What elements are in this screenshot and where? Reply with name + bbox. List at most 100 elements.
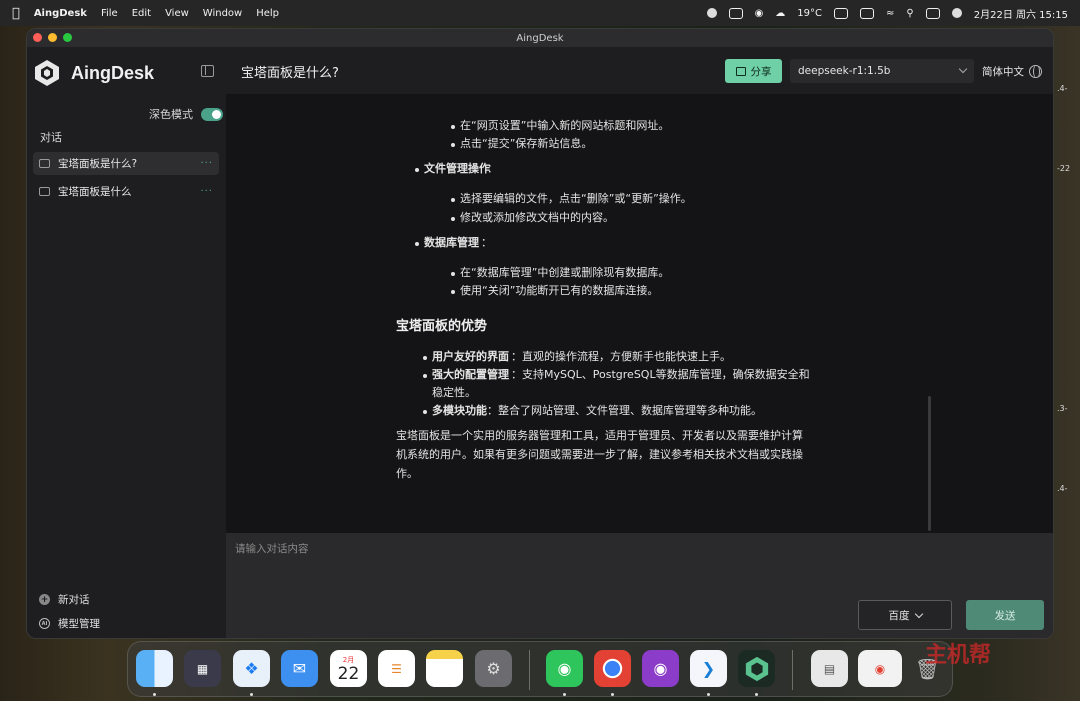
weather-icon[interactable]: ☁: [775, 8, 785, 19]
message-line: 在“数据库管理”中创建或删除现有数据库。: [460, 266, 670, 279]
notes-icon[interactable]: [426, 650, 463, 687]
wechat-icon[interactable]: ◉: [546, 650, 583, 687]
message-line: ：: [487, 162, 498, 175]
menu-window[interactable]: Window: [203, 8, 242, 19]
menu-bar:  AingDesk File Edit View Window Help ◉ …: [0, 0, 1080, 26]
message-input[interactable]: 请输入对话内容: [235, 541, 309, 556]
language-switch[interactable]: 简体中文: [982, 64, 1042, 79]
clipboard-icon[interactable]: [728, 7, 743, 19]
dark-mode-toggle[interactable]: [201, 107, 223, 121]
system-settings-icon[interactable]: ⚙: [475, 650, 512, 687]
conversation-item[interactable]: 宝塔面板是什么? ···: [33, 152, 219, 175]
menu-help[interactable]: Help: [256, 8, 279, 19]
message-line-strong: 文件管理操作: [424, 162, 490, 175]
more-options-icon[interactable]: ···: [200, 158, 213, 169]
new-chat-label: 新对话: [58, 594, 90, 606]
menu-file[interactable]: File: [101, 8, 118, 19]
message-line-strong: 数据库管理: [424, 236, 479, 249]
new-chat-button[interactable]: + 新对话: [39, 592, 90, 607]
running-indicator: [755, 693, 758, 696]
downloads-stack-icon[interactable]: ◉: [858, 650, 902, 687]
brand: AingDesk: [33, 59, 154, 87]
chrome-icon[interactable]: [594, 650, 631, 687]
list-bullet: [451, 290, 455, 294]
search-engine-label: 百度: [888, 609, 910, 622]
message-line: ：支持MySQL、PostgreSQL等数据库管理，确保数据安全和: [511, 368, 810, 381]
message-line: 机系统的用户。如果有更多问题或需要进一步了解，建议参考相关技术文档或实践操: [396, 448, 803, 461]
mail-icon[interactable]: ✉: [281, 650, 318, 687]
model-manage-button[interactable]: AI 模型管理: [39, 616, 100, 631]
message-line-strong: 强大的配置管理: [432, 368, 509, 381]
more-options-icon[interactable]: ···: [200, 186, 213, 197]
vscode-icon[interactable]: ❯: [690, 650, 727, 687]
message-line: ：: [481, 236, 492, 249]
message-line: 使用“关闭”功能断开已有的数据库连接。: [460, 284, 659, 297]
share-icon: [735, 66, 746, 76]
spotlight-icon[interactable]: ⚲: [906, 8, 913, 19]
share-button[interactable]: 分享: [725, 59, 782, 83]
app-window: AingDesk AingDesk 深色模式 对话 宝塔面板是什么? ··· 宝…: [26, 28, 1054, 639]
safari-icon[interactable]: ❖: [233, 650, 270, 687]
chat-content: 在“网页设置”中输入新的网站标题和网址。 点击“提交”保存新站信息。 文件管理操…: [226, 94, 1053, 533]
weather-text[interactable]: 19°C: [797, 8, 822, 19]
siri-icon[interactable]: [951, 8, 962, 18]
running-indicator: [611, 693, 614, 696]
desktop-edge-label: -22: [1057, 164, 1071, 173]
minimize-window-button[interactable]: [48, 33, 57, 42]
model-select-value: deepseek-r1:1.5b: [798, 65, 891, 77]
list-bullet: [451, 125, 455, 129]
close-window-button[interactable]: [33, 33, 42, 42]
github-desktop-icon[interactable]: ◉: [642, 650, 679, 687]
send-button[interactable]: 发送: [966, 600, 1044, 630]
aingdesk-logo-icon: [745, 656, 768, 681]
list-bullet: [423, 374, 427, 378]
section-heading: 宝塔面板的优势: [396, 319, 488, 334]
running-indicator: [153, 693, 156, 696]
conversation-item[interactable]: 宝塔面板是什么 ···: [33, 180, 219, 203]
message-line: 作。: [396, 467, 418, 480]
launchpad-icon[interactable]: ▦: [184, 650, 221, 687]
collapse-sidebar-icon[interactable]: [201, 65, 214, 77]
brand-name: AingDesk: [71, 62, 155, 83]
page-title: 宝塔面板是什么?: [241, 66, 339, 81]
control-center-icon[interactable]: [925, 7, 940, 19]
zoom-window-button[interactable]: [63, 33, 72, 42]
conversations-section-label: 对话: [40, 131, 62, 144]
plus-circle-icon: +: [39, 594, 50, 605]
battery-icon[interactable]: [860, 7, 875, 19]
menu-edit[interactable]: Edit: [132, 8, 151, 19]
message-input-area: 请输入对话内容 百度 发送: [226, 533, 1053, 638]
chat-header: 宝塔面板是什么? 分享 deepseek-r1:1.5b 简体中文: [226, 47, 1053, 94]
chat-scrollbar[interactable]: [928, 396, 931, 531]
sidebar: AingDesk 深色模式 对话 宝塔面板是什么? ··· 宝塔面板是什么 ··…: [27, 47, 226, 638]
menu-app-name[interactable]: AingDesk: [34, 8, 87, 19]
chevron-down-icon: [958, 64, 968, 74]
dock-separator: [529, 650, 530, 690]
status-app-icon[interactable]: [706, 8, 717, 18]
wifi-icon[interactable]: ≈: [886, 8, 894, 19]
desktop-edge-label: .4-: [1057, 84, 1068, 93]
reminders-icon[interactable]: ☰: [378, 650, 415, 687]
model-manage-label: 模型管理: [58, 618, 100, 630]
menubar-clock[interactable]: 2月22日 周六 15:15: [974, 6, 1068, 21]
search-engine-select[interactable]: 百度: [858, 600, 952, 630]
chevron-down-icon: [914, 609, 923, 618]
list-bullet: [451, 217, 455, 221]
running-indicator: [563, 693, 566, 696]
wechat-tray-icon[interactable]: ◉: [755, 8, 764, 19]
input-method-icon[interactable]: [834, 7, 849, 19]
dock-separator: [792, 650, 793, 690]
finder-icon[interactable]: [136, 650, 173, 687]
archive-file-icon[interactable]: ▤: [811, 650, 848, 687]
list-bullet: [451, 198, 455, 202]
model-select[interactable]: deepseek-r1:1.5b: [790, 59, 974, 83]
list-bullet: [423, 410, 427, 414]
aingdesk-dock-icon[interactable]: [738, 650, 775, 687]
apple-icon[interactable]: : [12, 6, 20, 21]
message-line: 在“网页设置”中输入新的网站标题和网址。: [460, 119, 670, 132]
globe-icon: [1029, 65, 1042, 78]
message-line: 稳定性。: [432, 386, 476, 399]
watermark-text: 主机帮: [925, 643, 992, 668]
calendar-icon[interactable]: 2月 22: [330, 650, 367, 687]
menu-view[interactable]: View: [165, 8, 189, 19]
